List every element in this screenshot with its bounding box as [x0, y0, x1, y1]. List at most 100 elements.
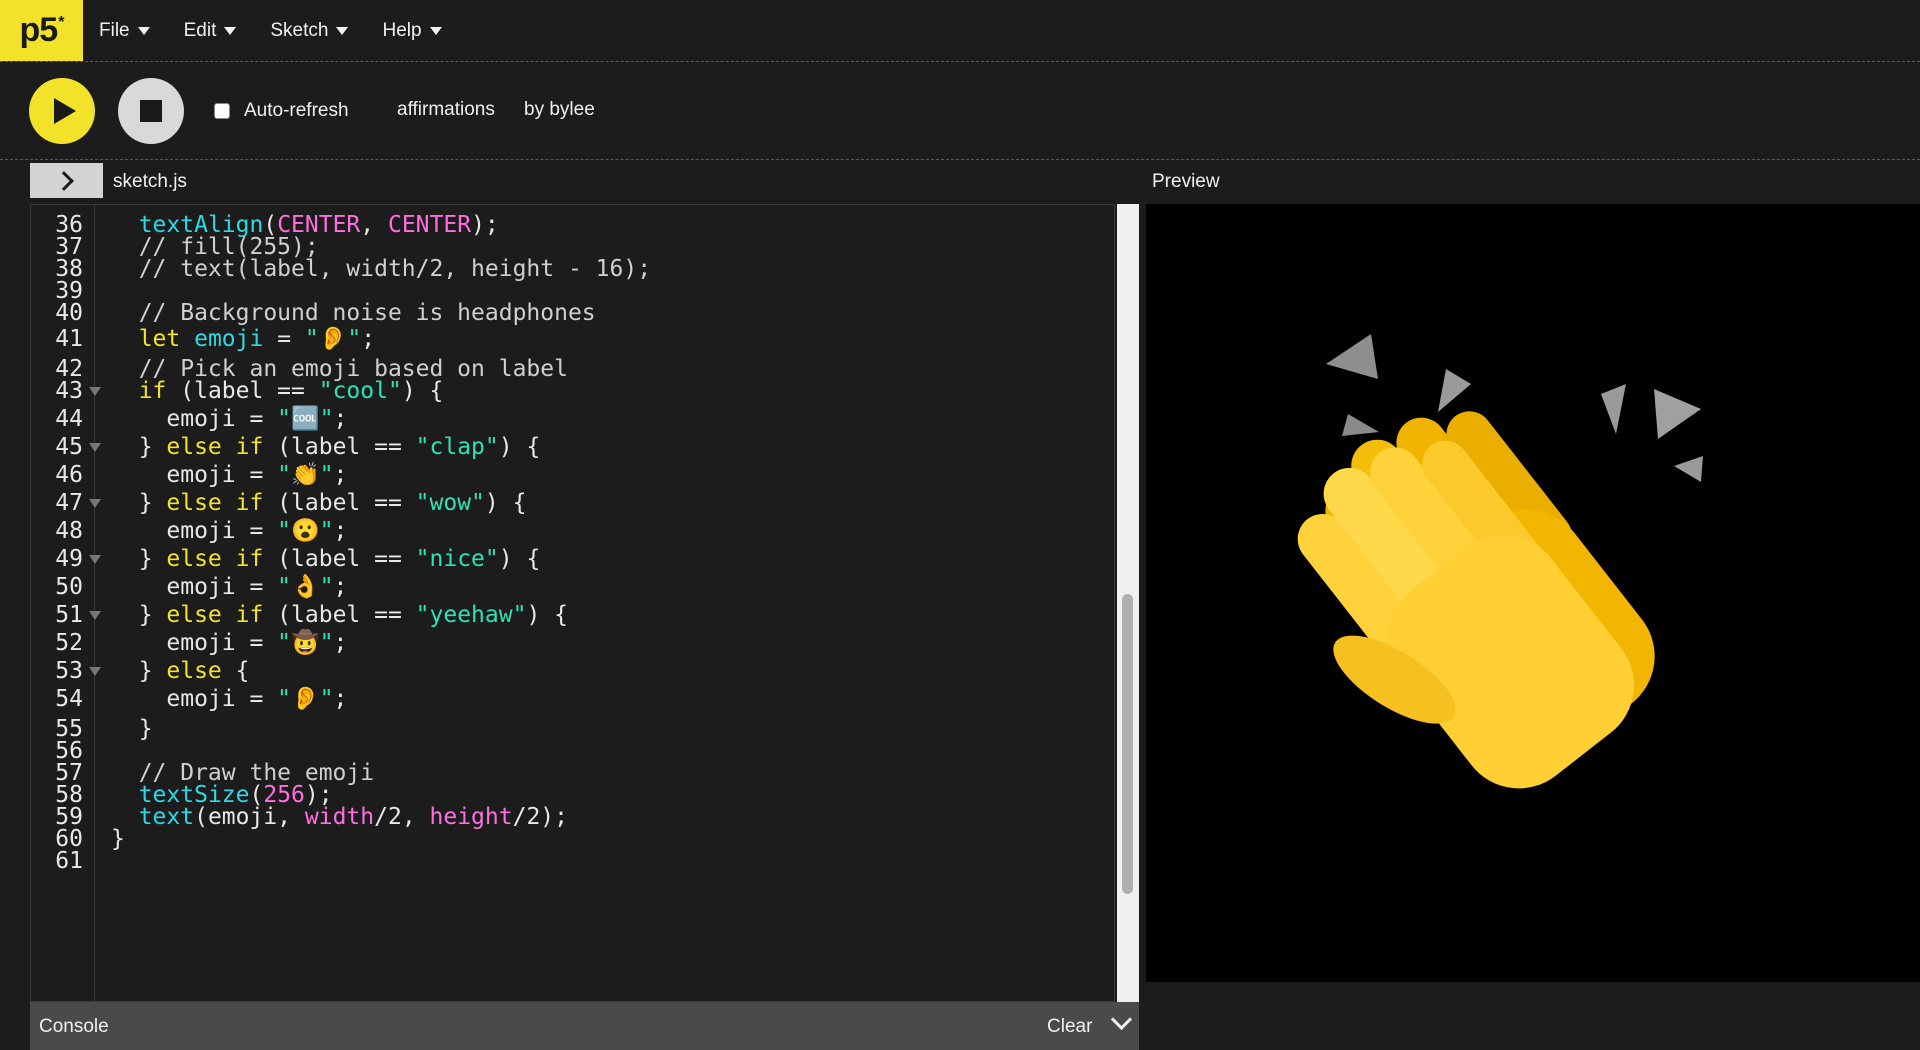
- code-line[interactable]: 45 } else if (label == "clap") {: [31, 433, 1111, 461]
- fold-arrow-icon[interactable]: [89, 611, 101, 620]
- code-text: emoji = "👂";: [111, 685, 347, 713]
- fold-arrow-icon[interactable]: [89, 499, 101, 508]
- sidebar-toggle-button[interactable]: [30, 163, 103, 198]
- code-line[interactable]: 41 let emoji = "👂";: [31, 325, 1111, 353]
- code-token: {: [221, 658, 250, 684]
- code-token: ;: [361, 326, 376, 352]
- top-nav: p5 * File Edit Sketch Help: [0, 0, 1920, 62]
- code-token: "🆒": [277, 406, 334, 432]
- sketch-author[interactable]: by bylee: [524, 99, 595, 121]
- code-line[interactable]: 49 } else if (label == "nice") {: [31, 545, 1111, 573]
- line-number: 49: [55, 546, 83, 572]
- code-token: else if: [166, 602, 264, 628]
- menu-edit[interactable]: Edit: [184, 20, 237, 42]
- code-text: } else {: [111, 657, 250, 685]
- code-token: "yeehaw": [415, 602, 527, 628]
- code-line[interactable]: 50 emoji = "👌";: [31, 573, 1111, 601]
- auto-refresh-label: Auto-refresh: [244, 100, 349, 121]
- code-editor[interactable]: 36 textAlign(CENTER, CENTER); 37 // fill(…: [30, 204, 1115, 1002]
- caret-down-icon: [336, 26, 349, 35]
- stop-button[interactable]: [118, 78, 184, 144]
- code-token: ) {: [526, 602, 568, 628]
- preview-canvas[interactable]: [1146, 204, 1920, 982]
- motion-mark: [1326, 334, 1378, 379]
- code-token: "👂": [277, 686, 334, 712]
- fold-arrow-icon[interactable]: [89, 443, 101, 452]
- code-text: emoji = "👌";: [111, 573, 347, 601]
- code-token: if: [138, 378, 167, 404]
- menu-sketch[interactable]: Sketch: [270, 20, 349, 42]
- code-text: } else if (label == "nice") {: [111, 545, 541, 573]
- line-number: 50: [55, 574, 83, 600]
- caret-down-icon: [224, 26, 237, 35]
- logo-asterisk: *: [58, 13, 64, 31]
- fold-arrow-icon[interactable]: [89, 555, 101, 564]
- code-token: }: [111, 434, 167, 460]
- code-token: (label ==: [263, 434, 416, 460]
- code-token: ;: [333, 686, 348, 712]
- motion-mark: [1438, 369, 1471, 412]
- menu-file[interactable]: File: [99, 20, 150, 42]
- caret-down-icon: [429, 26, 442, 35]
- code-token: =: [263, 326, 305, 352]
- code-token: (label ==: [263, 490, 416, 516]
- line-number: 52: [55, 630, 83, 656]
- code-token: ;: [333, 406, 348, 432]
- code-line[interactable]: 51 } else if (label == "yeehaw") {: [31, 601, 1111, 629]
- line-number: 45: [55, 434, 83, 460]
- motion-mark: [1674, 456, 1703, 482]
- code-token: "👏": [277, 462, 334, 488]
- chevron-down-icon[interactable]: [1110, 1008, 1133, 1031]
- line-number: 54: [55, 686, 83, 712]
- code-text: // Background noise is headphones: [111, 299, 596, 327]
- code-line[interactable]: 61: [31, 847, 1111, 875]
- line-number: 51: [55, 602, 83, 628]
- menu-help[interactable]: Help: [382, 20, 442, 42]
- editor-scrollbar[interactable]: [1117, 204, 1139, 1002]
- code-token: ;: [333, 462, 348, 488]
- code-text: } else if (label == "wow") {: [111, 489, 527, 517]
- code-line[interactable]: 47 } else if (label == "wow") {: [31, 489, 1111, 517]
- p5-logo[interactable]: p5 *: [0, 0, 83, 61]
- code-token: emoji =: [111, 630, 278, 656]
- code-token: ) {: [498, 546, 541, 572]
- code-line[interactable]: 53 } else {: [31, 657, 1111, 685]
- code-line[interactable]: 44 emoji = "🆒";: [31, 405, 1111, 433]
- code-line[interactable]: 40 // Background noise is headphones: [31, 299, 1111, 327]
- code-token: "cool": [318, 378, 402, 404]
- code-line[interactable]: 43 if (label == "cool") {: [31, 377, 1111, 405]
- code-token: emoji =: [111, 574, 278, 600]
- code-token: ;: [333, 574, 348, 600]
- code-token: }: [111, 602, 167, 628]
- line-number: 46: [55, 462, 83, 488]
- fold-arrow-icon[interactable]: [89, 667, 101, 676]
- line-number: 53: [55, 658, 83, 684]
- code-token: ) {: [401, 378, 444, 404]
- code-line[interactable]: 52 emoji = "🤠";: [31, 629, 1111, 657]
- console-clear-button[interactable]: Clear: [1047, 1016, 1092, 1038]
- code-text: } else if (label == "yeehaw") {: [111, 601, 568, 629]
- code-token: }: [111, 658, 167, 684]
- auto-refresh-toggle[interactable]: Auto-refresh: [214, 100, 349, 122]
- code-text: let emoji = "👂";: [111, 325, 375, 353]
- code-line[interactable]: 46 emoji = "👏";: [31, 461, 1111, 489]
- play-button[interactable]: [29, 78, 95, 144]
- code-token: emoji =: [111, 686, 278, 712]
- auto-refresh-checkbox[interactable]: [214, 103, 230, 119]
- code-token: ) {: [484, 490, 527, 516]
- file-tab-sketch-js[interactable]: sketch.js: [113, 171, 187, 193]
- code-token: "wow": [415, 490, 485, 516]
- code-line[interactable]: 48 emoji = "😮";: [31, 517, 1111, 545]
- fold-arrow-icon[interactable]: [89, 387, 101, 396]
- menu-file-label: File: [99, 19, 130, 41]
- code-line[interactable]: 54 emoji = "👂";: [31, 685, 1111, 713]
- editor-scrollbar-thumb[interactable]: [1122, 594, 1133, 894]
- motion-mark: [1342, 414, 1379, 436]
- code-token: emoji =: [111, 462, 278, 488]
- line-number: 48: [55, 518, 83, 544]
- sketch-name[interactable]: affirmations: [397, 99, 495, 121]
- line-number: 61: [55, 848, 83, 874]
- motion-mark: [1601, 384, 1626, 434]
- code-token: "🤠": [277, 630, 334, 656]
